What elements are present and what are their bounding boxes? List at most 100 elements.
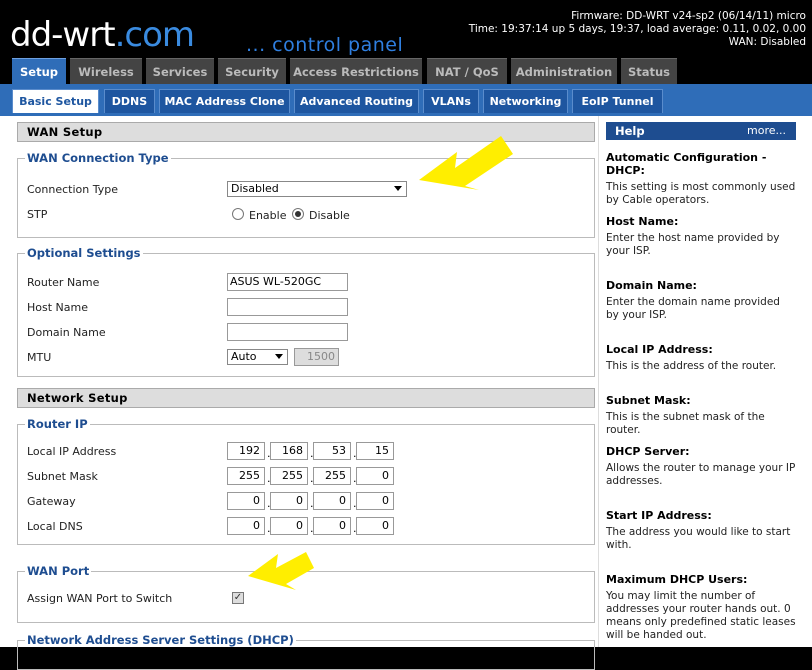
dns-octet-1[interactable]: 0: [227, 517, 265, 535]
header: dd-wrt.com ... control panel Firmware: D…: [0, 0, 812, 58]
ddwrt-logo[interactable]: dd-wrt.com: [10, 15, 195, 55]
tab-administration[interactable]: Administration: [511, 58, 617, 84]
router-name-label: Router Name: [27, 276, 100, 289]
local-dns-label: Local DNS: [27, 520, 83, 533]
optional-settings-legend: Optional Settings: [25, 246, 143, 260]
subnet-mask-label: Subnet Mask: [27, 470, 98, 483]
wan-status: WAN: Disabled: [728, 36, 806, 48]
subtab-vlans[interactable]: VLANs: [423, 89, 479, 113]
stp-enable-label: Enable: [249, 209, 287, 222]
help-header: Help more...: [606, 122, 796, 140]
dns-octet-3[interactable]: 0: [313, 517, 351, 535]
local-ip-octet-1[interactable]: 192: [227, 442, 265, 460]
dns-octet-4[interactable]: 0: [356, 517, 394, 535]
tab-services[interactable]: Services: [146, 58, 214, 84]
help-item: Local IP Address: This is the address of …: [606, 343, 796, 373]
local-ip-octet-2[interactable]: 168: [270, 442, 308, 460]
router-name-input[interactable]: ASUS WL-520GC: [227, 273, 348, 291]
dhcp-group: Network Address Server Settings (DHCP): [17, 633, 595, 670]
help-item: Subnet Mask: This is the subnet mask of t…: [606, 394, 796, 437]
gateway-octet-1[interactable]: 0: [227, 492, 265, 510]
logo-com: com: [124, 15, 195, 55]
local-ip-octet-4[interactable]: 15: [356, 442, 394, 460]
tagline: ... control panel: [246, 34, 404, 56]
subnet-octet-2[interactable]: 255: [270, 467, 308, 485]
host-name-input[interactable]: [227, 298, 348, 316]
connection-type-select[interactable]: Disabled: [227, 181, 407, 197]
dns-octet-2[interactable]: 0: [270, 517, 308, 535]
connection-type-label: Connection Type: [27, 183, 119, 196]
connection-type-value: Disabled: [231, 182, 279, 195]
help-item-title: Domain Name:: [606, 279, 697, 292]
domain-name-input[interactable]: [227, 323, 348, 341]
tab-wireless[interactable]: Wireless: [70, 58, 142, 84]
mtu-mode-select[interactable]: Auto: [227, 349, 288, 365]
annotation-arrow-icon: [419, 136, 513, 190]
stp-disable-label: Disable: [309, 209, 350, 222]
uptime-info: Time: 19:37:14 up 5 days, 19:37, load av…: [468, 23, 806, 35]
help-item: Host Name: Enter the host name provided b…: [606, 215, 796, 258]
wan-connection-type-legend: WAN Connection Type: [25, 151, 171, 165]
mtu-label: MTU: [27, 351, 52, 364]
gateway-octet-4[interactable]: 0: [356, 492, 394, 510]
stp-enable-radio[interactable]: [232, 208, 244, 220]
optional-settings-group: Optional Settings Router Name ASUS WL-52…: [17, 246, 595, 377]
help-item-title: DHCP Server:: [606, 445, 690, 458]
tab-nat-qos[interactable]: NAT / QoS: [427, 58, 507, 84]
subtab-ddns[interactable]: DDNS: [104, 89, 155, 113]
local-ip-octet-3[interactable]: 53: [313, 442, 351, 460]
help-item-desc: This is the address of the router.: [606, 360, 777, 372]
wan-port-legend: WAN Port: [25, 564, 92, 578]
stp-label: STP: [27, 208, 48, 221]
gateway-label: Gateway: [27, 495, 76, 508]
help-title: Help: [615, 124, 645, 138]
help-item-desc: You may limit the number of addresses yo…: [606, 590, 796, 641]
chevron-down-icon: [394, 186, 402, 191]
logo-text: dd-wrt: [10, 15, 116, 55]
help-item-desc: Allows the router to manage your IP addr…: [606, 462, 796, 487]
gateway-octet-2[interactable]: 0: [270, 492, 308, 510]
help-item-title: Automatic Configuration - DHCP:: [606, 151, 767, 177]
help-item-desc: The address you would like to start with…: [606, 526, 791, 551]
tab-status[interactable]: Status: [621, 58, 677, 84]
local-ip-label: Local IP Address: [27, 445, 117, 458]
mtu-value-input[interactable]: 1500: [294, 348, 339, 366]
help-item: Automatic Configuration - DHCP: This sett…: [606, 151, 796, 207]
subtab-basic-setup[interactable]: Basic Setup: [12, 89, 99, 113]
subtab-mac-clone[interactable]: MAC Address Clone: [159, 89, 290, 113]
help-item: DHCP Server: Allows the router to manage …: [606, 445, 796, 488]
tab-access-restrictions[interactable]: Access Restrictions: [290, 58, 422, 84]
system-info: Firmware: DD-WRT v24-sp2 (06/14/11) micr…: [469, 10, 806, 49]
subnet-octet-4[interactable]: 0: [356, 467, 394, 485]
main-tabs: Setup Wireless Services Security Access …: [0, 58, 812, 84]
mtu-mode-value: Auto: [231, 350, 257, 363]
help-item: Maximum DHCP Users: You may limit the num…: [606, 573, 796, 642]
help-item: Start IP Address: The address you would l…: [606, 509, 796, 552]
subnet-octet-3[interactable]: 255: [313, 467, 351, 485]
sub-tabs: Basic Setup DDNS MAC Address Clone Advan…: [0, 84, 812, 116]
subtab-eoip-tunnel[interactable]: EoIP Tunnel: [572, 89, 663, 113]
firmware-info: Firmware: DD-WRT v24-sp2 (06/14/11) micr…: [571, 10, 806, 22]
subnet-octet-1[interactable]: 255: [227, 467, 265, 485]
help-item-desc: This is the subnet mask of the router.: [606, 411, 765, 436]
help-more-link[interactable]: more...: [747, 122, 786, 140]
help-item-title: Start IP Address:: [606, 509, 712, 522]
network-setup-title: Network Setup: [17, 388, 595, 408]
stp-disable-radio[interactable]: [292, 208, 304, 220]
gateway-octet-3[interactable]: 0: [313, 492, 351, 510]
assign-wan-label: Assign WAN Port to Switch: [27, 592, 173, 605]
help-item-title: Local IP Address:: [606, 343, 713, 356]
help-item-title: Maximum DHCP Users:: [606, 573, 748, 586]
help-item-title: Subnet Mask:: [606, 394, 691, 407]
help-item-title: Host Name:: [606, 215, 679, 228]
subtab-advanced-routing[interactable]: Advanced Routing: [294, 89, 419, 113]
tab-security[interactable]: Security: [218, 58, 286, 84]
domain-name-label: Domain Name: [27, 326, 106, 339]
host-name-label: Host Name: [27, 301, 88, 314]
tab-setup[interactable]: Setup: [12, 58, 66, 84]
logo-dot: .: [114, 15, 126, 55]
help-panel: Help more... Automatic Configuration - D…: [606, 122, 796, 641]
annotation-arrow-icon: [248, 552, 314, 590]
dhcp-legend: Network Address Server Settings (DHCP): [25, 633, 296, 647]
subtab-networking[interactable]: Networking: [483, 89, 568, 113]
